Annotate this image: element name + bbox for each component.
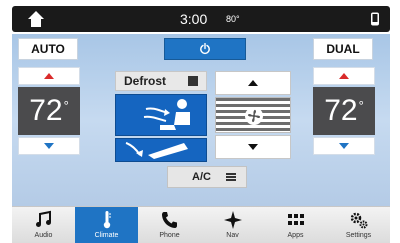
status-bar: 3:00 80°	[12, 6, 390, 32]
arrow-down-icon	[44, 143, 54, 149]
degree-icon: °	[63, 97, 69, 113]
phone-status-icon	[371, 12, 379, 26]
ac-indicator-icon	[226, 173, 236, 181]
dual-button[interactable]: DUAL	[313, 38, 373, 60]
left-temp-down-button[interactable]	[18, 137, 80, 155]
bottom-nav: Audio Climate Phone Nav Apps Settings	[12, 206, 390, 243]
music-note-icon	[35, 210, 51, 227]
arrow-down-icon	[339, 143, 349, 149]
defrost-indicator	[188, 76, 198, 86]
airflow-face-mode-button[interactable]	[115, 94, 207, 136]
seated-person-face-airflow-icon	[143, 99, 190, 130]
nav-label: Audio	[34, 232, 53, 239]
seated-person-floor-airflow-icon	[125, 142, 188, 159]
home-icon[interactable]	[26, 9, 46, 29]
power-button[interactable]	[164, 38, 246, 60]
ac-label: A/C	[192, 171, 211, 183]
climate-panel: AUTO DUAL 72 ° Defrost 72 ° A/C	[12, 34, 390, 206]
nav-label: Apps	[287, 232, 304, 239]
outside-temperature: 80°	[226, 14, 240, 24]
thermometer-icon	[103, 211, 111, 229]
right-temp-down-button[interactable]	[313, 137, 375, 155]
ac-button[interactable]: A/C	[167, 166, 247, 188]
right-temp-value: 72	[324, 94, 358, 127]
fan-speed-up-button[interactable]	[215, 71, 291, 95]
apps-grid-icon	[287, 214, 304, 225]
arrow-up-icon	[44, 73, 54, 79]
auto-button[interactable]: AUTO	[18, 38, 78, 60]
left-temp-up-button[interactable]	[18, 67, 80, 85]
left-temp-value: 72	[29, 94, 63, 127]
nav-item-apps[interactable]: Apps	[264, 207, 327, 243]
airflow-floor-mode-button[interactable]	[115, 138, 207, 162]
nav-label: Phone	[159, 232, 180, 239]
arrow-down-icon	[248, 144, 258, 150]
defrost-button[interactable]: Defrost	[115, 71, 207, 91]
gears-icon	[350, 212, 367, 229]
compass-icon	[223, 211, 242, 229]
fan-speed-indicator	[215, 97, 291, 133]
nav-item-nav[interactable]: Nav	[201, 207, 264, 243]
fan-icon	[245, 107, 263, 125]
clock-time: 3:00	[180, 11, 208, 27]
left-temp-display: 72 °	[18, 87, 80, 135]
nav-label: Climate	[94, 232, 119, 239]
nav-label: Nav	[226, 232, 239, 239]
nav-item-audio[interactable]: Audio	[12, 207, 75, 243]
nav-item-phone[interactable]: Phone	[138, 207, 201, 243]
defrost-label: Defrost	[124, 74, 167, 88]
phone-icon	[161, 212, 177, 228]
nav-item-climate[interactable]: Climate	[75, 207, 138, 243]
nav-label: Settings	[345, 232, 372, 239]
nav-item-settings[interactable]: Settings	[327, 207, 390, 243]
arrow-up-icon	[248, 80, 258, 86]
right-temp-up-button[interactable]	[313, 67, 375, 85]
power-icon	[200, 43, 210, 55]
sync-screen: 3:00 80° AUTO DUAL 72 ° Defrost 72 ° A/C…	[0, 0, 400, 243]
arrow-up-icon	[339, 73, 349, 79]
right-temp-display: 72 °	[313, 87, 375, 135]
fan-speed-down-button[interactable]	[215, 135, 291, 159]
degree-icon: °	[358, 97, 364, 113]
